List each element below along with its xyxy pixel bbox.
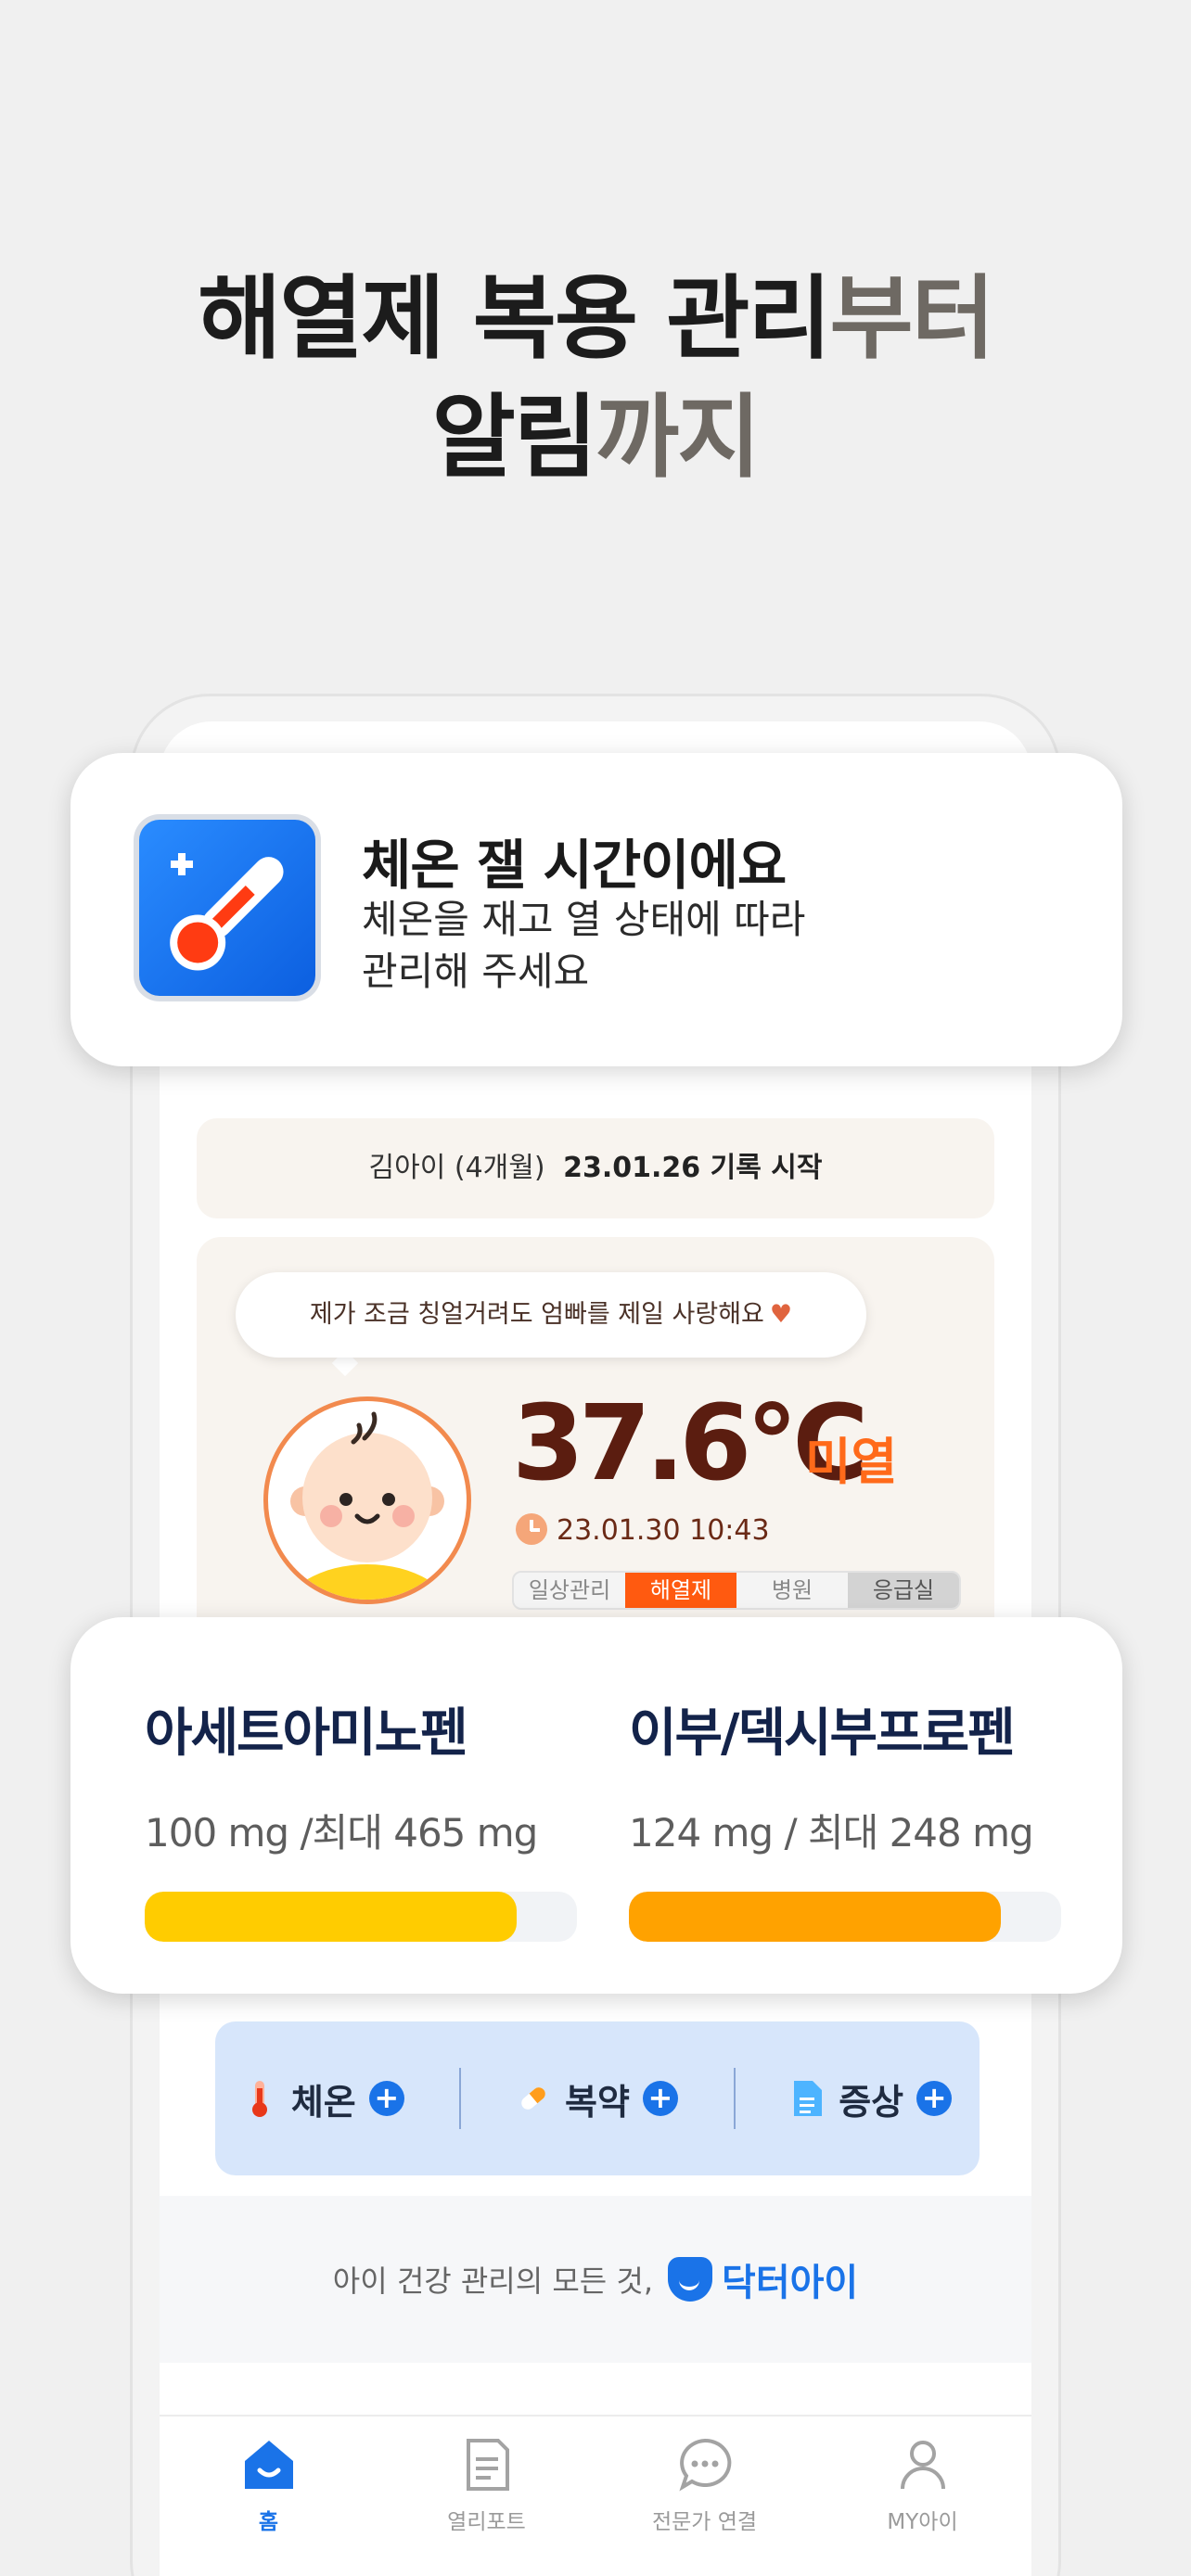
- medication-dosage-card: 아세트아미노펜 100 mg /최대 465 mg 이부/덱시부프로펜 124 …: [70, 1617, 1122, 1994]
- child-age: (4개월): [454, 1152, 545, 1184]
- record-medication-button[interactable]: 복약 +: [517, 2073, 678, 2124]
- brand-logo-icon: [668, 2257, 713, 2302]
- tab-expert-connect[interactable]: 전문가 연결: [596, 2417, 813, 2576]
- pill-icon: [521, 2087, 545, 2110]
- care-level-indicator: 일상관리 해열제 병원 응급실: [512, 1571, 961, 1610]
- brand-tagline: 아이 건강 관리의 모든 것,: [332, 2264, 654, 2299]
- record-symptom-label: 증상: [839, 2081, 904, 2123]
- profile-icon: [900, 2441, 945, 2490]
- headline-line-2: 알림까지: [0, 378, 1191, 497]
- heart-icon: ♥: [769, 1300, 793, 1329]
- dosage-progress-fill: [629, 1892, 1001, 1942]
- notification-body-line-1: 체온을 재고 열 상태에 따라: [362, 897, 806, 942]
- plus-icon: +: [916, 2081, 953, 2116]
- child-name: 김아이: [368, 1152, 446, 1184]
- headline-line-2-main: 알림: [431, 385, 597, 491]
- plus-icon: +: [368, 2081, 404, 2116]
- record-medication-label: 복약: [565, 2081, 630, 2123]
- tab-expert-connect-label: 전문가 연결: [651, 2510, 758, 2534]
- tab-home[interactable]: 홈: [160, 2417, 378, 2576]
- care-level-emergency: 응급실: [848, 1573, 959, 1608]
- dosage-progress-fill: [145, 1892, 517, 1942]
- medication-dose: 124 mg / 최대 248 mg: [629, 1810, 1034, 1855]
- record-temperature-button[interactable]: 체온 +: [243, 2073, 404, 2124]
- notification-body: 체온을 재고 열 상태에 따라 관리해 주세요: [362, 894, 805, 998]
- headline: 해열제 복용 관리부터 알림까지: [0, 260, 1191, 497]
- dosage-progress-bar: [629, 1892, 1061, 1942]
- thermometer-icon: [170, 853, 284, 971]
- care-level-fever-reducer: 해열제: [625, 1573, 736, 1608]
- report-icon: [466, 2439, 509, 2491]
- record-temperature-label: 체온: [290, 2081, 356, 2123]
- child-info-strip: 김아이 (4개월) 23.01.26 기록 시작: [197, 1118, 994, 1218]
- divider: [459, 2068, 462, 2129]
- bottom-tab-bar: 홈 열리포트 전문가 연결 MY아이: [160, 2415, 1031, 2576]
- headline-line-2-accent: 까지: [596, 385, 761, 491]
- plus-icon: +: [642, 2081, 678, 2116]
- record-start: 23.01.26 기록 시작: [563, 1152, 823, 1184]
- measurement-timestamp: 23.01.30 10:43: [557, 1514, 770, 1547]
- thermometer-icon: [251, 2081, 267, 2117]
- reminder-notification-card[interactable]: 체온 잴 시간이에요 체온을 재고 열 상태에 따라 관리해 주세요: [70, 753, 1122, 1066]
- notification-body-line-2: 관리해 주세요: [362, 949, 590, 994]
- chat-icon: [678, 2438, 731, 2492]
- medication-name: 이부/덱시부프로펜: [629, 1703, 1016, 1764]
- medication-acetaminophen[interactable]: 아세트아미노펜 100 mg /최대 465 mg: [145, 1691, 581, 1942]
- speech-bubble-text: 제가 조금 칭얼거려도 엄빠를 제일 사랑해요: [309, 1300, 764, 1329]
- record-symptom-button[interactable]: 증상 +: [790, 2073, 953, 2124]
- headline-line-1-accent: 부터: [829, 266, 995, 372]
- notification-title: 체온 잴 시간이에요: [362, 834, 787, 897]
- tab-my-child-label: MY아이: [887, 2510, 958, 2534]
- notification-app-icon: [134, 814, 321, 1001]
- care-level-daily: 일상관리: [528, 1577, 611, 1603]
- tab-fever-report-label: 열리포트: [447, 2510, 526, 2534]
- care-level-hospital: 병원: [771, 1577, 813, 1603]
- divider: [733, 2068, 736, 2129]
- quick-record-panel: 체온 + 복약 + 증상 +: [215, 2021, 980, 2175]
- measurement-time: 23.01.30 10:43: [516, 1513, 770, 1547]
- document-icon: [794, 2081, 823, 2116]
- brand-name: 닥터아이: [722, 2262, 859, 2304]
- headline-line-1: 해열제 복용 관리부터: [0, 260, 1191, 378]
- speech-bubble: 제가 조금 칭얼거려도 엄빠를 제일 사랑해요 ♥: [236, 1272, 866, 1358]
- tab-home-label: 홈: [258, 2510, 279, 2534]
- tab-my-child[interactable]: MY아이: [813, 2417, 1031, 2576]
- baby-avatar[interactable]: [263, 1396, 471, 1604]
- medication-dose: 100 mg /최대 465 mg: [145, 1810, 538, 1855]
- medication-ibuprofen[interactable]: 이부/덱시부프로펜 124 mg / 최대 248 mg: [629, 1691, 1065, 1942]
- brand-banner: 아이 건강 관리의 모든 것, 닥터아이: [160, 2196, 1031, 2363]
- home-icon: [244, 2441, 293, 2489]
- temperature-status: 미열: [805, 1433, 898, 1491]
- tab-fever-report[interactable]: 열리포트: [378, 2417, 596, 2576]
- medication-name: 아세트아미노펜: [145, 1703, 468, 1764]
- dosage-progress-bar: [145, 1892, 577, 1942]
- headline-line-1-main: 해열제 복용 관리: [198, 266, 831, 372]
- baby-face-icon: [286, 1411, 449, 1600]
- clock-icon: [516, 1513, 547, 1545]
